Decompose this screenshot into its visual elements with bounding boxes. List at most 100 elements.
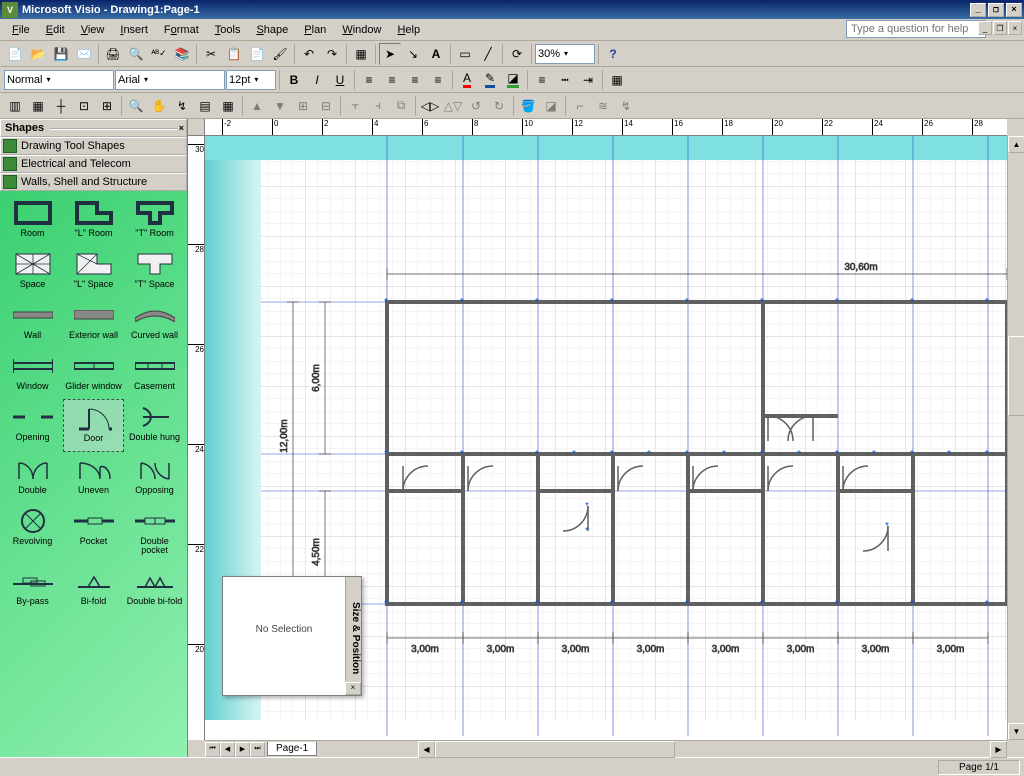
shape-glider-window[interactable]: Glider window xyxy=(63,348,124,399)
style-combo[interactable]: Normal▾ xyxy=(4,70,114,90)
snap-button[interactable]: ⊞ xyxy=(96,95,118,117)
help-button[interactable]: ? xyxy=(602,43,624,65)
shapes-button[interactable]: ▦ xyxy=(350,43,372,65)
menu-window[interactable]: Window xyxy=(334,22,389,38)
shapes-pane-close[interactable]: × xyxy=(179,123,184,133)
h-scroll-thumb[interactable] xyxy=(435,741,675,758)
rotate-left-button[interactable]: ↺ xyxy=(465,95,487,117)
size-position-close[interactable]: × xyxy=(345,682,361,695)
horizontal-scrollbar[interactable]: ◀ ▶ xyxy=(418,740,1007,757)
scroll-up-button[interactable]: ▲ xyxy=(1008,136,1024,153)
corner-button[interactable]: ⌐ xyxy=(569,95,591,117)
v-scroll-thumb[interactable] xyxy=(1008,336,1024,416)
menu-format[interactable]: Format xyxy=(156,22,207,38)
shape-by-pass[interactable]: By-pass xyxy=(2,563,63,614)
open-button[interactable]: 📂 xyxy=(27,43,49,65)
shape-opposing[interactable]: Opposing xyxy=(124,452,185,503)
flip-h-button[interactable]: ◁▷ xyxy=(419,95,441,117)
shape-blank[interactable] xyxy=(63,614,124,656)
spelling-button[interactable]: ᴬᴮ✓ xyxy=(148,43,170,65)
layer-properties-button[interactable]: ▤ xyxy=(194,95,216,117)
menu-tools[interactable]: Tools xyxy=(207,22,249,38)
print-preview-button[interactable]: 🔍 xyxy=(125,43,147,65)
menu-plan[interactable]: Plan xyxy=(296,22,334,38)
bring-front-button[interactable]: ▲ xyxy=(246,95,268,117)
fill-button[interactable]: 🪣 xyxy=(517,95,539,117)
menu-help[interactable]: Help xyxy=(389,22,428,38)
zoom-combo[interactable]: 30%▾ xyxy=(535,44,595,64)
stencil-electrical[interactable]: Electrical and Telecom xyxy=(0,155,187,173)
italic-button[interactable]: I xyxy=(306,69,328,91)
pan-button[interactable]: ✋ xyxy=(148,95,170,117)
shape-double-pocket[interactable]: Double pocket xyxy=(124,503,185,563)
copy-button[interactable]: 📋 xyxy=(223,43,245,65)
line-ends-button[interactable]: ⇥ xyxy=(577,69,599,91)
horizontal-ruler[interactable]: -20246810121416182022242628 xyxy=(205,119,1007,136)
reroute-button[interactable]: ↯ xyxy=(615,95,637,117)
guides-button[interactable]: ┼ xyxy=(50,95,72,117)
redo-button[interactable]: ↷ xyxy=(321,43,343,65)
align-right-button[interactable]: ≡ xyxy=(404,69,426,91)
line-weight-button[interactable]: ≡ xyxy=(531,69,553,91)
menu-edit[interactable]: Edit xyxy=(38,22,73,38)
research-button[interactable]: 📚 xyxy=(171,43,193,65)
grid-button[interactable]: ▦ xyxy=(27,95,49,117)
shape-casement[interactable]: Casement xyxy=(124,348,185,399)
doc-minimize-button[interactable]: _ xyxy=(978,21,992,35)
scroll-right-button[interactable]: ▶ xyxy=(990,741,1007,758)
connector-tool[interactable]: ↘ xyxy=(402,43,424,65)
connector-reroute-button[interactable]: ↯ xyxy=(171,95,193,117)
close-button[interactable]: × xyxy=(1006,3,1022,17)
menu-shape[interactable]: Shape xyxy=(248,22,296,38)
shape-wall[interactable]: Wall xyxy=(2,297,63,348)
shape-blank[interactable] xyxy=(2,614,63,656)
line-color-button[interactable]: ✎ xyxy=(479,69,501,91)
connect-shapes-button[interactable]: ⧉ xyxy=(390,95,412,117)
shape-opening[interactable]: Opening xyxy=(2,399,63,452)
restore-button[interactable]: ❐ xyxy=(988,3,1004,17)
rotate-right-button[interactable]: ↻ xyxy=(488,95,510,117)
scroll-left-button[interactable]: ◀ xyxy=(418,741,435,758)
shape--t-space[interactable]: "T" Space xyxy=(124,246,185,297)
shape-pocket[interactable]: Pocket xyxy=(63,503,124,563)
flip-v-button[interactable]: △▽ xyxy=(442,95,464,117)
menu-file[interactable]: File xyxy=(4,22,38,38)
fill-color-button[interactable]: ◪ xyxy=(502,69,524,91)
underline-button[interactable]: U xyxy=(329,69,351,91)
align-left-button[interactable]: ≡ xyxy=(358,69,380,91)
doc-close-button[interactable]: × xyxy=(1008,21,1022,35)
vertical-scrollbar[interactable]: ▲ ▼ xyxy=(1007,136,1024,740)
stencil-drawing-tools[interactable]: Drawing Tool Shapes xyxy=(0,137,187,155)
cut-button[interactable]: ✂ xyxy=(200,43,222,65)
undo-button[interactable]: ↶ xyxy=(298,43,320,65)
shape-curved-wall[interactable]: Curved wall xyxy=(124,297,185,348)
shape--l-space[interactable]: "L" Space xyxy=(63,246,124,297)
align-shapes-button[interactable]: ⫟ xyxy=(344,95,366,117)
shape-bi-fold[interactable]: Bi-fold xyxy=(63,563,124,614)
shapes-window-button[interactable]: ▥ xyxy=(4,95,26,117)
pointer-tool[interactable]: ➤ xyxy=(379,43,401,65)
shape-double[interactable]: Double xyxy=(2,452,63,503)
shape-room[interactable]: Room xyxy=(2,195,63,246)
send-back-button[interactable]: ▼ xyxy=(269,95,291,117)
font-combo[interactable]: Arial▾ xyxy=(115,70,225,90)
tab-first[interactable]: ⏮ xyxy=(205,742,220,757)
zoom-in-button[interactable]: 🔍 xyxy=(125,95,147,117)
rotate-button[interactable]: ⟳ xyxy=(506,43,528,65)
vertical-ruler[interactable]: 30282624222018 xyxy=(188,136,205,740)
tab-next[interactable]: ▶ xyxy=(235,742,250,757)
shape-double-hung[interactable]: Double hung xyxy=(124,399,185,452)
doc-restore-button[interactable]: ❐ xyxy=(993,21,1007,35)
shape-exterior-wall[interactable]: Exterior wall xyxy=(63,297,124,348)
shape-window[interactable]: Window xyxy=(2,348,63,399)
text-tool[interactable]: A xyxy=(425,43,447,65)
size-position-window[interactable]: Size & Position No Selection × xyxy=(222,576,362,696)
align-center-button[interactable]: ≡ xyxy=(381,69,403,91)
new-button[interactable]: 📄 xyxy=(4,43,26,65)
drawing-area[interactable]: ************************************ 30,… xyxy=(205,136,1007,740)
page-tab[interactable]: Page-1 xyxy=(267,742,317,756)
shape-double-bi-fold[interactable]: Double bi-fold xyxy=(124,563,185,614)
shape-space[interactable]: Space xyxy=(2,246,63,297)
shape-uneven[interactable]: Uneven xyxy=(63,452,124,503)
shape-blank[interactable] xyxy=(124,614,185,656)
